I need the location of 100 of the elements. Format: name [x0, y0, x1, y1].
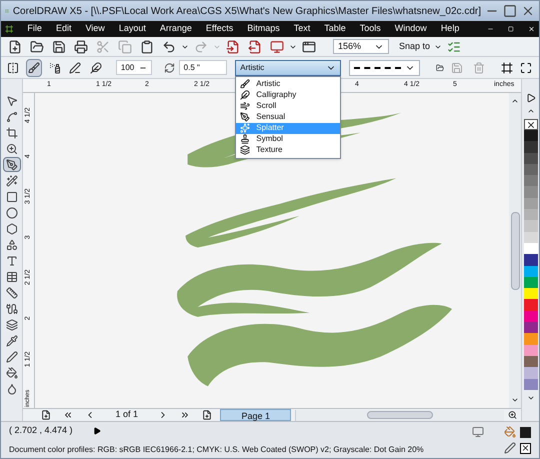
connector-icon: [6, 302, 18, 314]
expand-icon: [520, 62, 532, 74]
brush-button[interactable]: [26, 58, 42, 76]
color-swatch[interactable]: [524, 164, 538, 176]
add-page-icon: [202, 410, 212, 420]
menu-item[interactable]: Window: [394, 22, 427, 36]
width-field[interactable]: 100: [116, 60, 152, 75]
menu-item[interactable]: Edit: [56, 22, 72, 36]
zoom-select[interactable]: 156%: [333, 39, 389, 54]
brush-style-icon: [240, 145, 250, 155]
eyedropper-icon: [6, 334, 18, 346]
publish-icon: [270, 40, 284, 54]
paste-icon: [140, 40, 154, 54]
color-swatch[interactable]: [524, 344, 538, 356]
copy-icon: [118, 40, 132, 54]
color-swatch[interactable]: [524, 186, 538, 198]
brush-style-icon: [240, 90, 250, 100]
delete-icon: [473, 62, 486, 74]
color-swatch[interactable]: [524, 356, 538, 368]
color-swatch[interactable]: [524, 152, 538, 164]
category-option[interactable]: Sensual: [236, 112, 340, 122]
color-swatch[interactable]: [524, 242, 538, 254]
cross-icon: [521, 443, 530, 453]
brush-style-icon: [240, 79, 250, 89]
options-icon: [447, 40, 462, 54]
color-swatch[interactable]: [524, 220, 538, 232]
layers-icon: [6, 318, 18, 330]
pen-tool[interactable]: [2, 157, 20, 172]
text-icon: [6, 254, 18, 266]
no-color-swatch[interactable]: [524, 119, 538, 130]
color-swatch[interactable]: [524, 209, 538, 220]
menu-item[interactable]: File: [27, 22, 42, 36]
color-swatch[interactable]: [524, 254, 538, 266]
color-swatch[interactable]: [524, 322, 538, 334]
color-swatch[interactable]: [524, 378, 538, 390]
fill-swatch[interactable]: [520, 426, 531, 438]
brush-style-icon: [240, 123, 250, 133]
category-option[interactable]: Scroll: [236, 100, 340, 112]
redo-icon: [194, 40, 208, 54]
color-swatch[interactable]: [524, 367, 538, 379]
color-swatch[interactable]: [524, 130, 538, 142]
undo-icon: [162, 40, 176, 54]
color-swatch[interactable]: [524, 141, 538, 153]
color-swatch[interactable]: [524, 266, 538, 277]
pen-outline-icon: [6, 350, 18, 362]
outline-swatch[interactable]: [520, 442, 531, 454]
pointer-icon: [6, 94, 18, 106]
line-style-select[interactable]: [349, 60, 420, 76]
category-option[interactable]: Artistic: [236, 78, 340, 90]
page-tab[interactable]: Page 1: [220, 409, 291, 421]
category-option[interactable]: Calligraphy: [236, 90, 340, 100]
cursor-coordinates: ( 2.702 , 4.474 ): [9, 424, 73, 438]
import-icon: [226, 40, 240, 54]
menu-item[interactable]: View: [85, 22, 105, 36]
category-option[interactable]: Symbol: [236, 134, 340, 144]
close-icon: [528, 24, 535, 34]
zoom-icon: [508, 410, 517, 420]
menu-item[interactable]: Text: [294, 22, 310, 36]
color-profiles-text: Document color profiles: RGB: sRGB IEC61966-2.1; CMYK: U.S. Web Coated (SWOP) v2; Grayscale: Dot Gain 20%: [9, 444, 425, 456]
color-swatch[interactable]: [524, 175, 538, 186]
pen-icon: [6, 158, 18, 170]
snap-to-button[interactable]: Snap to: [399, 40, 442, 54]
launcher-icon: [302, 40, 316, 54]
window-title: CorelDRAW X5 - [\\.PSF\Local Work Area\CGS X5\What's New Graphics\Master Files\whatsnew_02c.cdr]: [12, 4, 481, 18]
menu-item[interactable]: Help: [440, 22, 460, 36]
smoothing-field[interactable]: 0.5 ": [178, 60, 228, 75]
menu-item[interactable]: Table: [324, 22, 346, 36]
zoom-icon: [6, 142, 18, 154]
color-swatch[interactable]: [524, 232, 538, 243]
calligraphic-icon: [69, 62, 82, 74]
page-count: 1 of 1: [115, 408, 138, 422]
close-icon: [521, 4, 535, 18]
category-select[interactable]: Artistic: [235, 60, 342, 76]
color-swatch[interactable]: [524, 288, 538, 300]
monitor-icon: [472, 426, 484, 438]
menu-item[interactable]: Arrange: [160, 22, 192, 36]
shapes-icon: [6, 238, 18, 250]
brush-icon: [28, 62, 40, 74]
print-icon: [74, 40, 88, 54]
cross-icon: [526, 120, 536, 130]
scroll-thumb[interactable]: [366, 411, 433, 419]
color-swatch[interactable]: [524, 276, 538, 288]
crop-icon: [6, 126, 18, 138]
category-option[interactable]: Texture: [236, 144, 340, 156]
menu-item[interactable]: Layout: [118, 22, 146, 36]
rectangle-icon: [6, 190, 18, 202]
ellipse-icon: [6, 206, 18, 218]
color-swatch[interactable]: [524, 198, 538, 210]
menu-item[interactable]: Tools: [360, 22, 381, 36]
brush-style-icon: [240, 134, 250, 144]
polygon-icon: [6, 222, 18, 234]
color-swatch[interactable]: [524, 299, 538, 311]
menu-item[interactable]: Bitmaps: [247, 22, 280, 36]
brush-style-icon: [240, 101, 250, 111]
menu-item[interactable]: Effects: [206, 22, 234, 36]
scroll-thumb[interactable]: [510, 212, 520, 290]
category-value: Artistic: [240, 62, 264, 74]
color-swatch[interactable]: [524, 333, 538, 345]
table-icon: [6, 270, 18, 282]
color-swatch[interactable]: [524, 310, 538, 322]
